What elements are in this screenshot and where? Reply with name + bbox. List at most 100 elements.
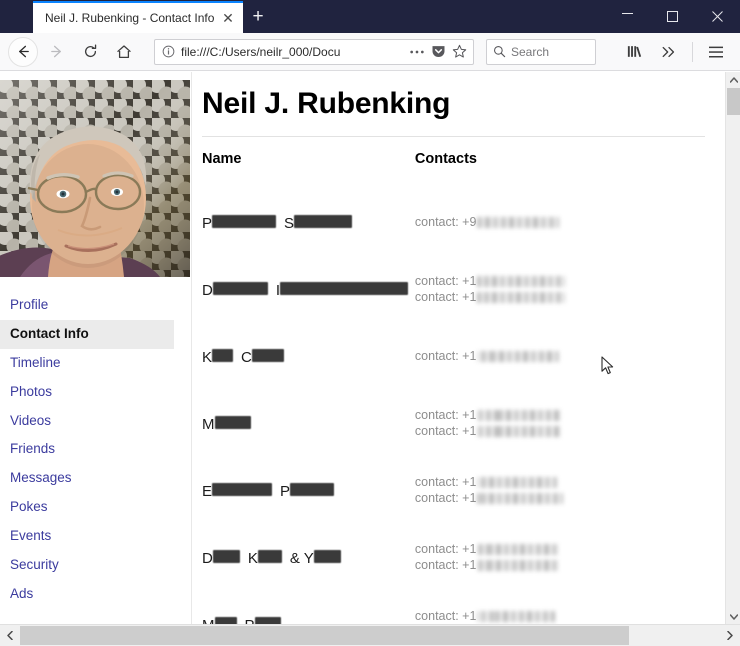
redaction-bar bbox=[294, 214, 353, 228]
name-cell: DI bbox=[202, 256, 415, 323]
name-initial: K bbox=[247, 549, 258, 567]
search-icon bbox=[493, 45, 506, 58]
contact-name: KC bbox=[202, 348, 415, 366]
toolbar-right-group bbox=[619, 37, 732, 67]
contacts-cell: contact: +1contact: +1 bbox=[415, 256, 725, 323]
page-actions-icon[interactable] bbox=[409, 45, 425, 59]
contact-line: contact: +1 bbox=[415, 349, 725, 364]
name-segment: D bbox=[202, 549, 240, 566]
horizontal-scrollbar-thumb[interactable] bbox=[20, 626, 629, 645]
sidebar-item-profile[interactable]: Profile bbox=[0, 291, 191, 320]
table-header-row: Name Contacts bbox=[202, 151, 725, 189]
contact-line: contact: +1 bbox=[415, 542, 725, 557]
contact-line: contact: +9 bbox=[415, 215, 725, 230]
tab-title: Neil J. Rubenking - Contact Info bbox=[45, 11, 215, 25]
sidebar-item-security[interactable]: Security bbox=[0, 551, 191, 580]
redaction-bar bbox=[212, 281, 268, 295]
name-initial: S bbox=[284, 214, 295, 232]
name-initial: D bbox=[202, 281, 213, 299]
title-bar: Neil J. Rubenking - Contact Info ✕ + bbox=[0, 0, 740, 33]
search-input-placeholder[interactable]: Search bbox=[511, 45, 549, 59]
page-info-icon[interactable] bbox=[162, 45, 175, 58]
horizontal-scrollbar-track[interactable] bbox=[20, 625, 720, 646]
name-cell: M bbox=[202, 390, 415, 457]
contact-prefix: contact: +1 bbox=[414, 274, 477, 289]
scroll-right-icon[interactable] bbox=[720, 625, 740, 646]
sidebar-item-ads[interactable]: Ads bbox=[0, 580, 191, 609]
name-segment: P bbox=[202, 214, 277, 231]
sidebar-item-events[interactable]: Events bbox=[0, 522, 191, 551]
library-icon[interactable] bbox=[619, 37, 651, 67]
vertical-scrollbar[interactable] bbox=[725, 72, 740, 624]
contact-line: contact: +1 bbox=[415, 609, 725, 624]
name-cell: D K & Y bbox=[202, 524, 415, 591]
name-initial: & Y bbox=[289, 549, 314, 567]
redaction-bar bbox=[214, 415, 251, 429]
contacts-cell: contact: +1 bbox=[415, 323, 725, 390]
contact-prefix: contact: +1 bbox=[414, 609, 477, 624]
redaction-bar bbox=[254, 616, 281, 624]
name-segment: I bbox=[276, 281, 409, 298]
name-initial: P bbox=[280, 482, 291, 500]
name-segment: S bbox=[284, 214, 353, 232]
sidebar-item-photos[interactable]: Photos bbox=[0, 378, 191, 407]
sidebar-item-timeline[interactable]: Timeline bbox=[0, 349, 191, 378]
contact-line: contact: +1 bbox=[415, 558, 725, 573]
tab-close-icon[interactable]: ✕ bbox=[219, 9, 237, 27]
redaction-bar bbox=[214, 616, 237, 624]
blurred-phone-number bbox=[477, 544, 560, 556]
back-button-icon[interactable] bbox=[8, 36, 38, 67]
redaction-bar bbox=[257, 549, 282, 563]
name-initial: E bbox=[202, 482, 213, 500]
search-bar[interactable]: Search bbox=[486, 38, 596, 65]
scroll-down-icon[interactable] bbox=[726, 609, 740, 624]
browser-tab[interactable]: Neil J. Rubenking - Contact Info ✕ bbox=[33, 1, 243, 33]
name-segment: K bbox=[247, 549, 282, 567]
name-segment: M bbox=[202, 415, 251, 433]
column-header-name: Name bbox=[202, 151, 242, 167]
pocket-icon[interactable] bbox=[431, 44, 446, 59]
contact-prefix: contact: +1 bbox=[414, 348, 477, 363]
table-row: Mcontact: +1 contact: +1 bbox=[202, 390, 725, 457]
table-row: P Scontact: +9 bbox=[202, 189, 725, 256]
sidebar-item-friends[interactable]: Friends bbox=[0, 435, 191, 464]
maximize-button[interactable] bbox=[650, 0, 695, 33]
toolbar-divider bbox=[692, 41, 693, 62]
contact-list: contact: +1 bbox=[415, 349, 725, 364]
new-tab-button[interactable]: + bbox=[243, 1, 273, 33]
contact-name: M bbox=[202, 415, 415, 433]
reload-button-icon[interactable] bbox=[74, 37, 106, 67]
name-segment: E bbox=[202, 482, 273, 500]
name-initial: M bbox=[202, 415, 215, 433]
name-segment: D bbox=[202, 281, 268, 299]
name-initial: C bbox=[241, 348, 252, 366]
overflow-chevron-icon[interactable] bbox=[653, 37, 685, 67]
home-button-icon[interactable] bbox=[108, 37, 140, 67]
vertical-scrollbar-thumb[interactable] bbox=[727, 88, 740, 115]
forward-button-icon[interactable] bbox=[40, 37, 72, 67]
contact-name: MP bbox=[202, 616, 415, 624]
url-bar[interactable]: file:///C:/Users/neilr_000/Docu bbox=[154, 38, 474, 65]
contact-name: EP bbox=[202, 482, 415, 500]
sidebar-item-videos[interactable]: Videos bbox=[0, 407, 191, 436]
sidebar-item-messages[interactable]: Messages bbox=[0, 464, 191, 493]
sidebar: Profile Contact Info Timeline Photos Vid… bbox=[0, 72, 192, 624]
contact-name: PS bbox=[202, 214, 415, 232]
bookmark-star-icon[interactable] bbox=[452, 44, 467, 59]
blurred-phone-number bbox=[477, 217, 560, 228]
name-segment: K bbox=[202, 348, 234, 365]
horizontal-scrollbar[interactable] bbox=[0, 624, 740, 646]
scroll-up-icon[interactable] bbox=[726, 72, 740, 87]
blurred-phone-number bbox=[477, 410, 562, 422]
table-row: MPcontact: +1contact: +1 bbox=[202, 591, 725, 624]
sidebar-item-pokes[interactable]: Pokes bbox=[0, 493, 191, 522]
close-button[interactable] bbox=[695, 0, 740, 33]
contacts-cell: contact: +1contact: +1 bbox=[415, 457, 725, 524]
page-content: Profile Contact Info Timeline Photos Vid… bbox=[0, 72, 725, 624]
minimize-button[interactable] bbox=[605, 0, 650, 33]
contact-list: contact: +1contact: +1 bbox=[415, 408, 725, 439]
scroll-left-icon[interactable] bbox=[0, 625, 20, 646]
hamburger-menu-icon[interactable] bbox=[700, 37, 732, 67]
redaction-bar bbox=[251, 348, 284, 362]
sidebar-item-contact-info[interactable]: Contact Info bbox=[0, 319, 174, 349]
